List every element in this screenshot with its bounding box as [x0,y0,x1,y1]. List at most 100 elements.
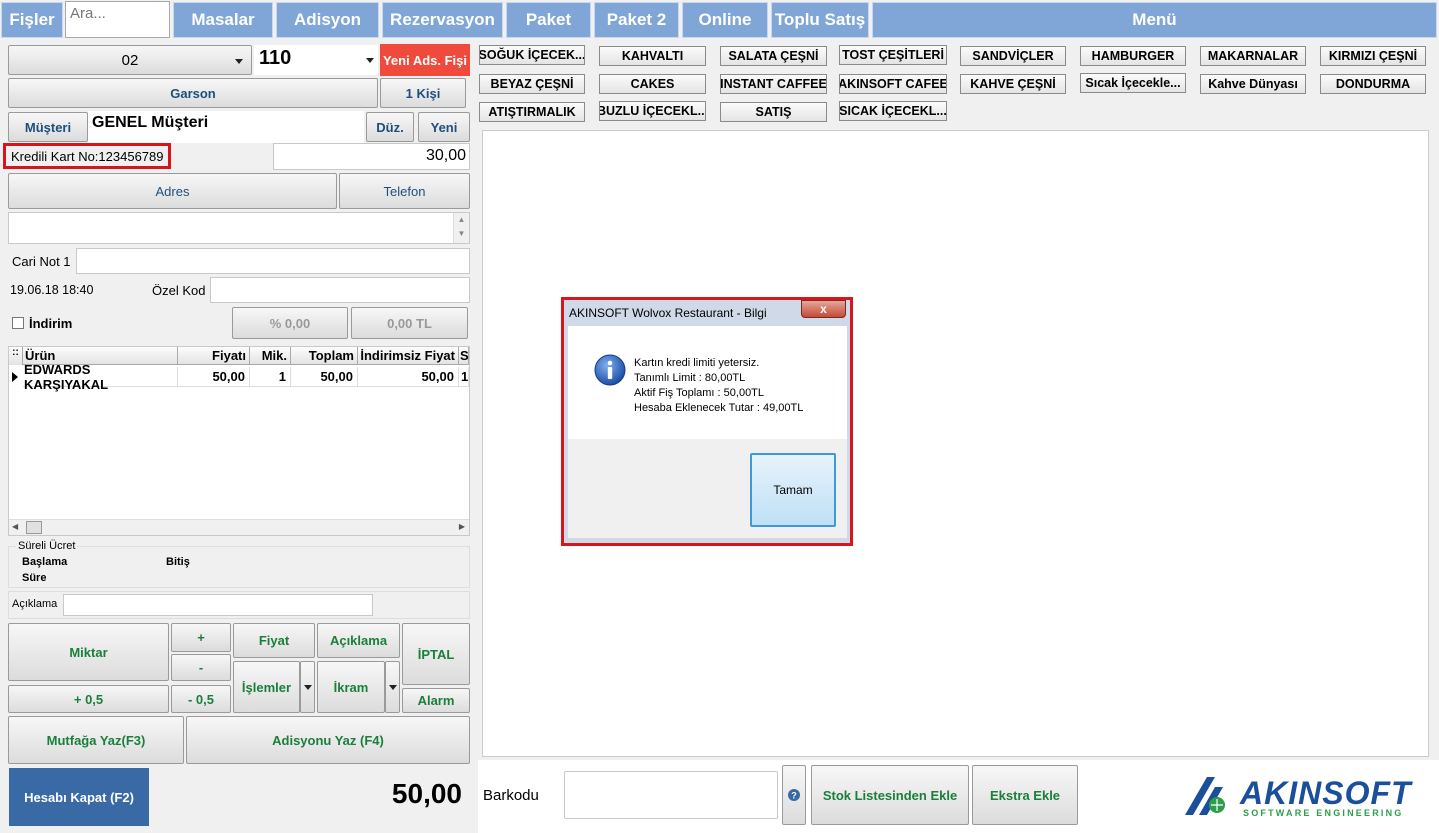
start-label: Başlama [22,556,68,568]
search-input[interactable]: Ara... [65,1,170,38]
chevron-down-icon [303,684,312,690]
tab-online[interactable]: Online [682,2,768,38]
tab-fisler[interactable]: Fişler [1,2,63,38]
category-button[interactable]: BUZLU İÇECEKL... [599,101,706,121]
logo-text: AKINSOFT [1240,775,1412,811]
description-button[interactable]: Açıklama [317,623,400,658]
scroll-thumb[interactable] [26,521,42,534]
special-code-label: Özel Kod [152,283,206,298]
ok-button[interactable]: Tamam [750,453,836,527]
grid-corner: :: [9,347,23,365]
tab-rezervasyon[interactable]: Rezervasyon [382,2,503,38]
barcode-input[interactable] [564,771,778,819]
print-bill-button[interactable]: Adisyonu Yaz (F4) [186,716,470,764]
minus-half-button[interactable]: - 0,5 [171,685,231,713]
scroll-left-icon[interactable]: ◀ [12,522,18,531]
category-button[interactable]: Kahve Dünyası [1200,74,1306,94]
persons-button[interactable]: 1 Kişi [380,78,466,108]
column-header-s[interactable]: S [459,347,469,365]
scrollbar[interactable]: ▲ ▼ [453,213,469,243]
quantity-button[interactable]: Miktar [8,623,169,681]
category-button[interactable]: CAKES [599,74,706,94]
category-button[interactable]: SALATA ÇEŞNİ [720,46,827,66]
discount-amount-button[interactable]: 0,00 TL [351,307,468,339]
category-button[interactable]: Sıcak İçecekle... [1080,73,1186,93]
barcode-label: Barkodu [483,787,539,804]
top-navigation: Fişler Ara... Masalar Adisyon Rezervasyo… [0,0,1439,40]
treat-button[interactable]: İkram [317,661,385,713]
table-row-s[interactable]: 1 [459,367,469,387]
category-button[interactable]: HAMBURGER [1080,46,1186,66]
column-header-price[interactable]: Fiyatı [178,347,250,365]
table-row-undiscounted-price[interactable]: 50,00 [358,367,459,387]
alarm-button[interactable]: Alarm [402,688,470,713]
edit-customer-button[interactable]: Düz. [366,112,414,142]
category-button[interactable]: SOĞUK İÇECEK... [479,45,585,65]
tab-menu[interactable]: Menü [872,2,1437,38]
info-dialog: AKINSOFT Wolvox Restaurant - Bilgi x Kar… [561,297,853,546]
scroll-right-icon[interactable]: ▶ [459,522,465,531]
address-textarea[interactable]: ▲ ▼ [8,212,470,244]
tab-adisyon[interactable]: Adisyon [276,2,379,38]
special-code-input[interactable] [210,277,470,303]
category-button[interactable]: KAHVALTI [599,46,706,66]
tab-toplu-satis[interactable]: Toplu Satış [771,2,869,38]
category-button[interactable]: SATIŞ [720,102,827,122]
close-bill-button[interactable]: Hesabı Kapat (F2) [9,768,149,826]
phone-button[interactable]: Telefon [339,173,470,209]
discount-label: İndirim [29,316,73,331]
cari-note-input[interactable] [76,248,470,274]
category-button[interactable]: DONDURMA [1320,74,1426,94]
category-button[interactable]: SICAK İÇECEKL... [839,101,947,121]
category-button[interactable]: AKINSOFT CAFEE [839,74,947,94]
timed-fee-title: Süreli Ücret [16,540,78,552]
new-customer-button[interactable]: Yeni [418,112,470,142]
cancel-button[interactable]: İPTAL [402,623,470,685]
table-number-value: 110 [259,47,292,69]
note-input[interactable] [63,594,373,616]
operations-dropdown-button[interactable] [300,661,315,713]
plus-half-button[interactable]: + 0,5 [8,685,169,713]
category-button[interactable]: MAKARNALAR [1200,46,1306,66]
table-row-price[interactable]: 50,00 [178,367,250,387]
add-from-stock-button[interactable]: Stok Listesinden Ekle [811,765,969,825]
address-button[interactable]: Adres [8,173,337,209]
category-button[interactable]: KIRMIZI ÇEŞNİ [1320,46,1426,66]
discount-checkbox[interactable] [12,317,24,329]
customer-button[interactable]: Müşteri [8,112,88,142]
column-header-undiscounted-price[interactable]: İndirimsiz Fiyat [358,347,459,365]
waiter-button[interactable]: Garson [8,78,378,108]
category-button[interactable]: TOST ÇEŞİTLERİ [839,45,947,65]
column-header-quantity[interactable]: Mik. [250,347,291,365]
dialog-close-button[interactable]: x [801,300,846,318]
new-receipt-button[interactable]: Yeni Ads. Fişi [380,44,470,76]
discount-percent-button[interactable]: % 0,00 [232,307,348,339]
column-header-total[interactable]: Toplam [291,347,358,365]
table-row-quantity[interactable]: 1 [250,367,291,387]
chevron-down-icon [235,59,243,64]
extra-add-button[interactable]: Ekstra Ekle [972,765,1078,825]
tab-paket[interactable]: Paket [506,2,591,38]
grand-total: 50,00 [391,778,462,809]
table-row-total[interactable]: 50,00 [291,367,358,387]
plus-button[interactable]: + [171,623,231,652]
category-button[interactable]: SANDVİÇLER [960,46,1066,66]
table-select[interactable]: 02 [8,45,252,75]
minus-button[interactable]: - [171,654,231,681]
horizontal-scrollbar[interactable]: ◀ ▶ [9,519,469,535]
operations-button[interactable]: İşlemler [233,661,300,713]
table-row-product[interactable]: EDWARDS KARŞIYAKAL [23,362,178,392]
category-button[interactable]: KAHVE ÇEŞNİ [960,74,1066,94]
dialog-title: AKINSOFT Wolvox Restaurant - Bilgi [569,306,767,320]
category-button[interactable]: INSTANT CAFFEE [720,74,827,94]
price-button[interactable]: Fiyat [233,623,315,658]
table-number-select[interactable]: 110 [254,45,378,75]
treat-dropdown-button[interactable] [385,661,400,713]
tab-paket-2[interactable]: Paket 2 [594,2,679,38]
category-button[interactable]: BEYAZ ÇEŞNİ [479,74,585,94]
dialog-line-1: Kartın kredi limiti yetersiz. [634,357,760,369]
barcode-search-button[interactable]: ? [782,765,806,825]
category-button[interactable]: ATIŞTIRMALIK [479,102,585,122]
tab-masalar[interactable]: Masalar [173,2,273,38]
send-to-kitchen-button[interactable]: Mutfağa Yaz(F3) [8,716,184,764]
